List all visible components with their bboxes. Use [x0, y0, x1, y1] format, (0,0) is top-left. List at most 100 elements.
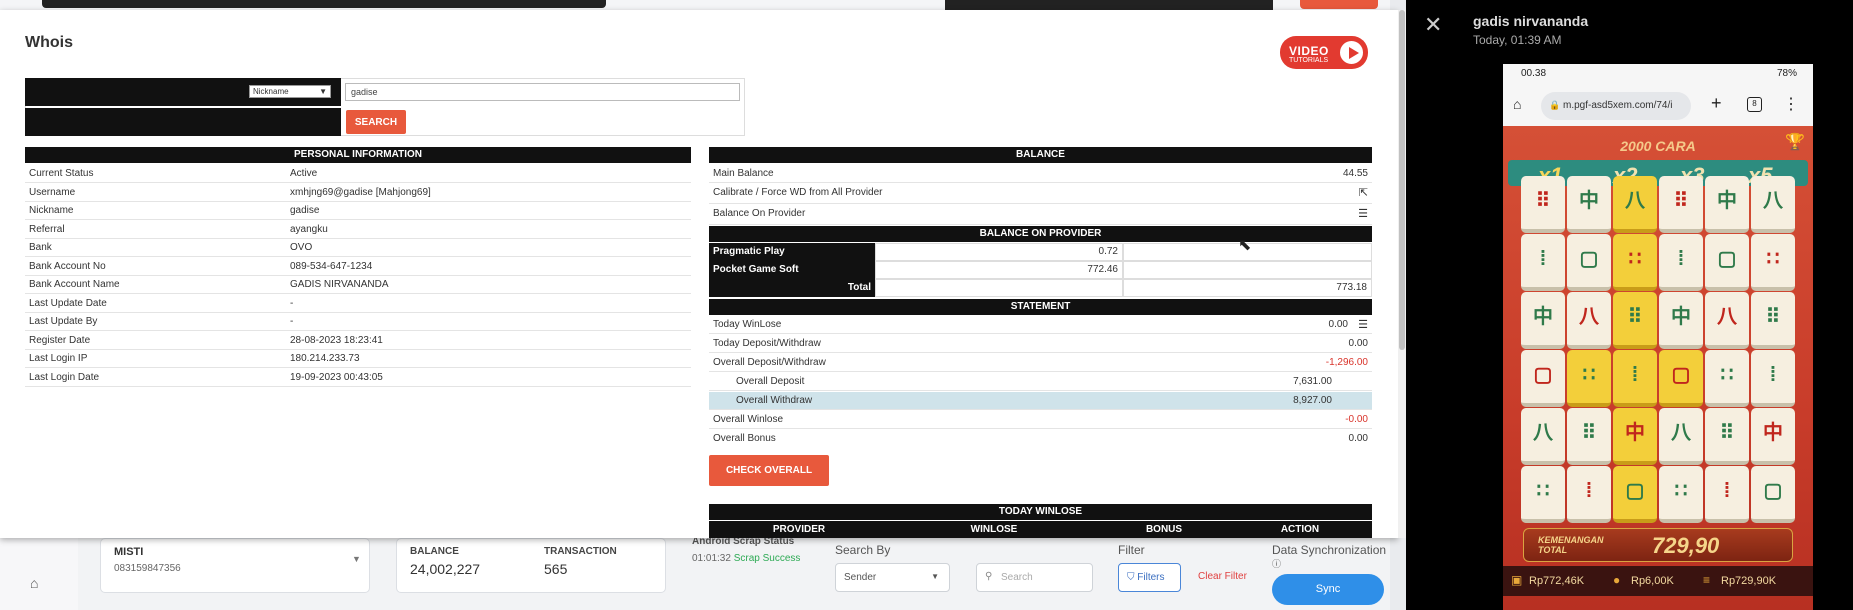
personal-info-row: Last Update By -	[25, 313, 691, 331]
tab-count: 8	[1747, 97, 1762, 112]
filters-button[interactable]: ⛉ Filters	[1118, 563, 1181, 592]
personal-info-row: Bank OVO	[25, 239, 691, 257]
message-time: Today, 01:39 AM	[1473, 33, 1562, 47]
personal-info-label: Bank	[29, 242, 52, 253]
main-balance-row: Main Balance 44.55	[709, 165, 1372, 183]
lock-icon: 🔒	[1549, 100, 1561, 110]
search-type-select[interactable]: Nickname ▼	[249, 85, 331, 98]
column-action: ACTION	[1280, 524, 1320, 535]
bank-icon[interactable]: ⌂	[30, 575, 38, 591]
chevron-down-icon: ▼	[931, 572, 939, 581]
mahjong-tile: ⁞	[1521, 234, 1565, 291]
mouse-cursor-icon: ⬉	[1238, 237, 1252, 254]
nickname-input[interactable]: gadise	[345, 83, 740, 101]
sync-button[interactable]: Sync	[1272, 574, 1384, 605]
chevron-down-icon[interactable]: ▼	[352, 554, 361, 564]
personal-info-label: Last Login Date	[29, 371, 100, 383]
balance-on-provider-header: BALANCE ON PROVIDER	[709, 226, 1372, 242]
scrollbar-thumb[interactable]	[1399, 10, 1405, 350]
mahjong-tile: 中	[1751, 408, 1795, 465]
scrap-status: 01:01:32 Scrap Success	[692, 553, 800, 564]
home-icon: ⌂	[1513, 96, 1522, 112]
list-icon[interactable]: ☰	[1358, 205, 1368, 223]
help-icon[interactable]: ⓘ	[1272, 557, 1281, 570]
provider-balance: 772.46	[875, 261, 1123, 279]
funnel-icon: ⛉	[1127, 572, 1135, 583]
mahjong-tile: ∷	[1521, 466, 1565, 523]
search-by-select[interactable]: Sender ▼	[835, 563, 950, 592]
mahjong-tile: ⠿	[1567, 408, 1611, 465]
overall-deposit-row: Overall Deposit 7,631.00	[709, 373, 1372, 391]
overall-dw-label: Overall Deposit/Withdraw	[713, 357, 826, 368]
search-input[interactable]: ⚲ Search	[976, 563, 1093, 592]
clear-filter-link[interactable]: Clear Filter	[1198, 571, 1247, 582]
account-phone: 083159847356	[114, 563, 181, 574]
mahjong-tile: ⁞	[1705, 466, 1749, 523]
mahjong-tile: ▢	[1751, 466, 1795, 523]
list-icon[interactable]: ☰	[1358, 316, 1368, 334]
personal-info-label: Referral	[29, 223, 65, 235]
personal-info-label: Current Status	[29, 168, 94, 179]
provider-name: Pragmatic Play	[709, 243, 875, 261]
mahjong-tiles: ⠿ ⁞ 中 ▢ 八 ∷ 中 ▢ 八 ∷ ⠿ ⁞ 八 ∷ ⠿ ⁞ 中 ▢ ⠿ ⁞ 中 ▢ 八 ∷ 中 ▢ 八 ∷ ⠿ ⁞ 八 ∷ ⠿ ⁞ 中 ▢	[1521, 176, 1795, 526]
video-tutorials-button[interactable]: VIDEO TUTORIALS	[1280, 36, 1368, 69]
personal-info-value: 180.214.233.73	[290, 353, 360, 364]
personal-info-value: 19-09-2023 00:43:05	[290, 371, 383, 383]
personal-info-row: Username xmhjng69@gadise [Mahjong69]	[25, 184, 691, 202]
mahjong-tile: 中	[1567, 176, 1611, 233]
personal-info-row: Current Status Active	[25, 165, 691, 183]
url-bar: 🔒 m.pgf-asd5xem.com/74/i	[1541, 92, 1691, 120]
personal-info-value: gadise	[290, 205, 320, 216]
mahjong-tile: ▢	[1613, 466, 1657, 523]
personal-info-label: Last Update By	[29, 316, 98, 327]
personal-info-label: Last Login IP	[29, 353, 88, 364]
sender-name: gadis nirvananda	[1473, 13, 1589, 29]
transaction-label: TRANSACTION	[544, 546, 617, 557]
mahjong-tile: ⁞	[1751, 350, 1795, 407]
win-label-line-2: TOTAL	[1538, 545, 1568, 555]
personal-info-value: 28-08-2023 18:23:41	[290, 334, 383, 346]
overall-withdraw-row: Overall Withdraw 8,927.00	[709, 392, 1372, 410]
today-winlose-value: 0.00	[1328, 319, 1348, 330]
balance-value: 24,002,227	[410, 561, 481, 577]
whois-modal: Whois VIDEO TUTORIALS Nickname ▼ gadise S…	[0, 10, 1398, 538]
mahjong-tile: ▢	[1521, 350, 1565, 407]
overall-deposit-value: 7,631.00	[1293, 376, 1332, 387]
overall-withdraw-label: Overall Withdraw	[736, 395, 813, 406]
mahjong-tile: 八	[1613, 176, 1657, 233]
main-balance-value: 44.55	[1342, 168, 1368, 179]
personal-info-label: Register Date	[29, 334, 91, 346]
close-icon[interactable]: ✕	[1424, 12, 1442, 38]
column-provider: PROVIDER	[772, 524, 826, 535]
filters-button-label: Filters	[1137, 572, 1165, 583]
overall-winlose-row: Overall Winlose -0.00	[709, 411, 1372, 429]
mahjong-tile: 中	[1613, 408, 1657, 465]
check-overall-button[interactable]: CHECK OVERALL	[709, 455, 829, 486]
overall-bonus-row: Overall Bonus 0.00	[709, 430, 1372, 448]
external-link-icon[interactable]: ⇱	[1359, 184, 1368, 202]
overall-withdraw-value: 8,927.00	[1293, 395, 1332, 406]
mahjong-tile: 八	[1705, 292, 1749, 349]
mahjong-tile: ⠿	[1659, 176, 1703, 233]
personal-info-row: Last Login IP 180.214.233.73	[25, 350, 691, 368]
search-placeholder: Search	[1001, 572, 1033, 583]
mahjong-tile: 中	[1705, 176, 1749, 233]
mahjong-tile: ▢	[1705, 234, 1749, 291]
tutorials-label: TUTORIALS	[1289, 57, 1329, 64]
mahjong-tile: ⁞	[1613, 350, 1657, 407]
mahjong-tile: 八	[1659, 408, 1703, 465]
search-by-value: Sender	[844, 572, 877, 583]
search-button[interactable]: SEARCH	[346, 110, 406, 134]
mahjong-tile: 八	[1521, 408, 1565, 465]
personal-info-label: Last Update Date	[29, 297, 107, 309]
total-value: 773.18	[1123, 279, 1372, 297]
today-dw-value: 0.00	[1348, 338, 1368, 349]
balance-on-provider-label: Balance On Provider	[713, 208, 806, 219]
personal-info-label: Bank Account No	[29, 260, 106, 272]
data-sync-title: Data Synchronization	[1272, 543, 1387, 557]
mahjong-tile: ∷	[1567, 350, 1611, 407]
app-top-button[interactable]	[1300, 0, 1378, 9]
total-win-panel: KEMENANGAN TOTAL 729,90	[1523, 528, 1793, 562]
overall-bonus-label: Overall Bonus	[713, 433, 776, 444]
modal-scrollbar[interactable]	[1398, 10, 1406, 538]
